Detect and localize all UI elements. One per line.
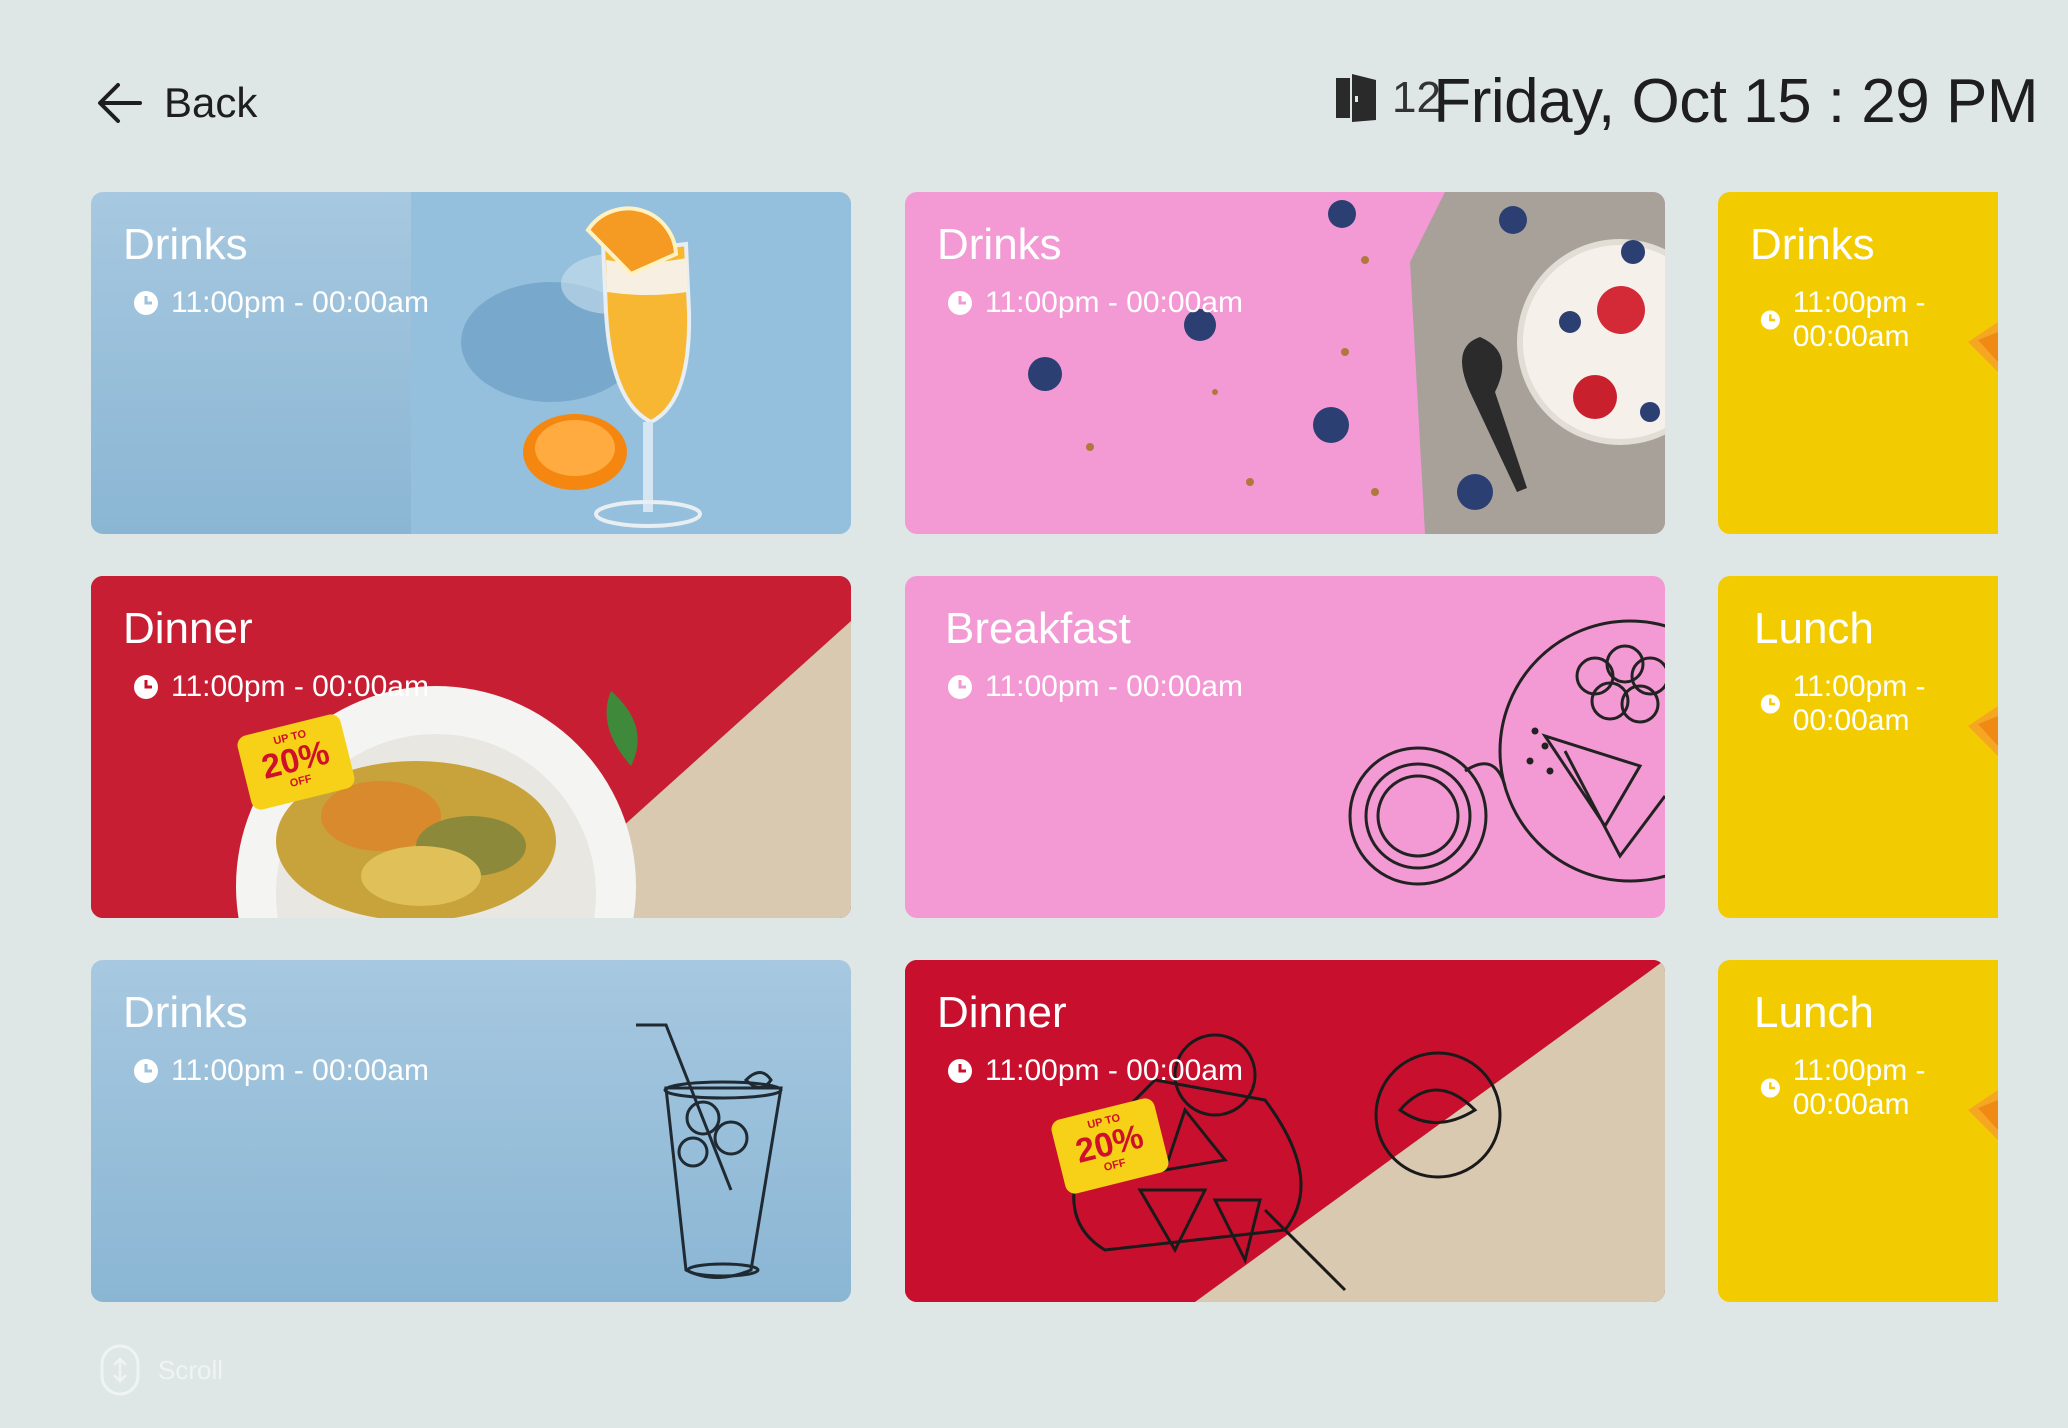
time-range: 11:00pm - 00:00am <box>171 286 429 319</box>
time-range: 11:00pm - 00:00am <box>1792 1054 1926 1121</box>
menu-card-dinner[interactable]: UP TO 20% OFF Dinner 11:00pm - 00:00am <box>905 960 1665 1302</box>
card-title: Breakfast <box>945 604 1131 653</box>
clock-icon <box>134 675 158 699</box>
card-time: 11:00pm - 00:00am <box>133 286 429 320</box>
menu-card-drinks[interactable]: Drinks 11:00pm - 00:00am <box>905 192 1665 534</box>
time-range: 11:00pm - 00:00am <box>171 1054 429 1087</box>
top-bar: Back 12 Friday, Oct 15 : 29 PM <box>0 0 2068 190</box>
card-title: Drinks <box>937 220 1062 269</box>
scroll-icon <box>100 1344 140 1396</box>
menu-card-drinks[interactable]: Drinks 11:00pm - 00:00am <box>1718 192 1998 534</box>
clock-icon <box>1760 310 1780 330</box>
card-time: 11:00pm - 00:00am <box>947 670 1243 704</box>
menu-card-dinner[interactable]: UP TO 20% OFF Dinner 11:00pm - 00:00am <box>91 576 851 918</box>
menu-card-breakfast[interactable]: Breakfast 11:00pm - 00:00am <box>905 576 1665 918</box>
card-time: 11:00pm - 00:00am <box>947 286 1243 320</box>
card-time: 11:00pm - 00:00am <box>133 1054 429 1088</box>
back-label: Back <box>164 79 258 126</box>
card-title: Dinner <box>123 604 253 653</box>
datetime-display: Friday, Oct 15 : 29 PM <box>1433 67 2038 136</box>
card-time: 11:00pm - 00:00am <box>1760 1054 1998 1122</box>
door-icon <box>1336 74 1376 122</box>
menu-card-lunch[interactable]: Lunch 11:00pm - 00:00am <box>1718 960 1998 1302</box>
time-range: 11:00pm - 00:00am <box>171 670 429 703</box>
time-range: 11:00pm - 00:00am <box>985 670 1243 703</box>
card-title: Dinner <box>937 988 1067 1037</box>
menu-card-drinks[interactable]: Drinks 11:00pm - 00:00am <box>91 960 851 1302</box>
time-range: 11:00pm - 00:00am <box>1792 670 1926 737</box>
card-title: Lunch <box>1754 604 1874 653</box>
clock-icon <box>1760 694 1780 714</box>
time-range: 11:00pm - 00:00am <box>1792 286 1926 353</box>
clock-icon <box>134 291 158 315</box>
card-time: 11:00pm - 00:00am <box>1760 670 1998 738</box>
time-range: 11:00pm - 00:00am <box>985 286 1243 319</box>
clock-icon <box>1760 1078 1780 1098</box>
menu-card-lunch[interactable]: Lunch 11:00pm - 00:00am <box>1718 576 1998 918</box>
card-time: 11:00pm - 00:00am <box>947 1054 1243 1088</box>
clock-icon <box>948 291 972 315</box>
card-time: 11:00pm - 00:00am <box>1760 286 1998 354</box>
room-indicator: 12 <box>1334 72 1441 124</box>
clock-icon <box>948 675 972 699</box>
arrow-left-icon <box>98 83 142 123</box>
clock-icon <box>948 1059 972 1083</box>
card-title: Lunch <box>1754 988 1874 1037</box>
scroll-label: Scroll <box>158 1354 224 1385</box>
card-title: Drinks <box>123 220 248 269</box>
card-title: Drinks <box>123 988 248 1037</box>
back-button[interactable]: Back <box>96 70 257 136</box>
scroll-hint[interactable]: Scroll <box>100 1344 223 1396</box>
card-time: 11:00pm - 00:00am <box>133 670 429 704</box>
card-title: Drinks <box>1750 220 1875 269</box>
clock-icon <box>134 1059 158 1083</box>
menu-card-drinks[interactable]: Drinks 11:00pm - 00:00am <box>91 192 851 534</box>
time-range: 11:00pm - 00:00am <box>985 1054 1243 1087</box>
